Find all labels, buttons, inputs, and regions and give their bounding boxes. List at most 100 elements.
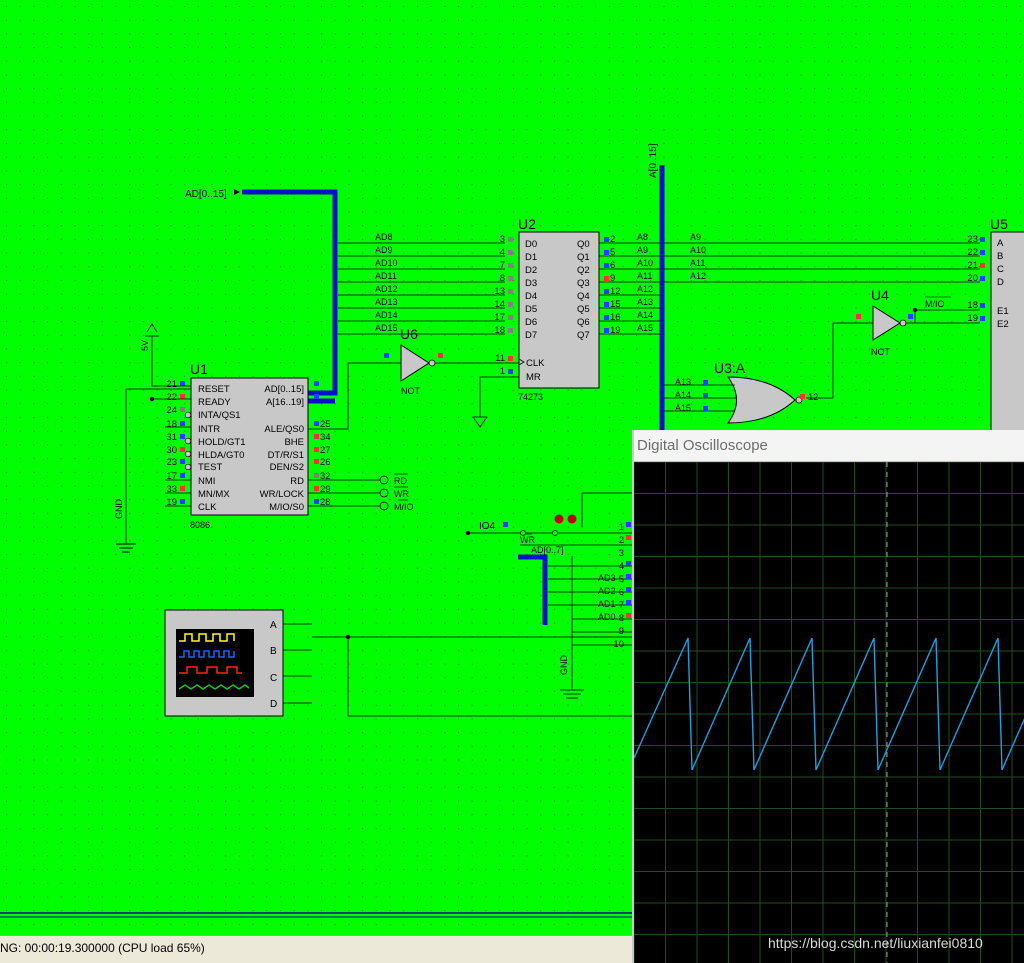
svg-text:22: 22 — [967, 247, 978, 258]
svg-text:M/IO/S0: M/IO/S0 — [269, 502, 304, 513]
svg-text:24: 24 — [166, 405, 177, 416]
oscilloscope-screen[interactable] — [634, 462, 1024, 963]
u3-out-marker — [800, 394, 805, 399]
svg-text:11: 11 — [495, 353, 505, 364]
svg-text:AD3: AD3 — [598, 573, 616, 583]
u6-ref: U6 — [400, 326, 418, 342]
svg-text:6: 6 — [619, 587, 624, 598]
svg-text:17: 17 — [494, 312, 505, 323]
watermark-text: https://blog.csdn.net/liuxianfei0810 — [768, 935, 983, 951]
io4-label: IO4 — [479, 521, 496, 532]
svg-text:AD1: AD1 — [598, 599, 616, 609]
svg-text:DEN/S2: DEN/S2 — [270, 462, 304, 473]
u4-bubble — [899, 319, 907, 327]
svg-text:23: 23 — [166, 457, 177, 468]
ad-bus-label: AD[0..15] — [185, 189, 227, 200]
u3-out-pin: 12 — [808, 392, 819, 403]
svg-text:CLK: CLK — [198, 502, 217, 513]
svg-text:ALE/QS0: ALE/QS0 — [264, 424, 304, 435]
svg-text:WR/LOCK: WR/LOCK — [260, 489, 305, 500]
u4-in-marker — [856, 314, 861, 319]
supply-label: 5V — [140, 340, 150, 351]
svg-text:30: 30 — [166, 445, 177, 456]
svg-text:9: 9 — [619, 626, 624, 637]
svg-text:13: 13 — [494, 286, 505, 297]
svg-text:D: D — [997, 277, 1004, 288]
svg-text:20: 20 — [967, 273, 978, 284]
svg-text:14: 14 — [494, 299, 505, 310]
svg-text:RESET: RESET — [198, 384, 230, 395]
u1-cpu-8086[interactable]: U1 8086 RESET READY INTA/QS1 INTR HOLD/G… — [166, 361, 330, 530]
svg-text:10: 10 — [613, 639, 624, 650]
svg-text:A14: A14 — [675, 390, 691, 400]
svg-text:A9: A9 — [690, 232, 701, 242]
svg-text:1: 1 — [500, 366, 505, 377]
u1-part: 8086 — [190, 520, 210, 530]
svg-text:Q4: Q4 — [577, 291, 590, 302]
svg-text:AD10: AD10 — [375, 258, 398, 268]
u6-bubble — [428, 359, 436, 367]
u3-input-markers — [703, 380, 708, 411]
u4-ref: U4 — [871, 287, 889, 303]
svg-text:C: C — [997, 264, 1004, 275]
mio-terminal-icon — [379, 501, 389, 511]
svg-text:READY: READY — [198, 397, 231, 408]
svg-text:B: B — [270, 646, 277, 657]
u3-ref: U3:A — [714, 360, 746, 376]
svg-text:23: 23 — [967, 234, 978, 245]
svg-text:A15: A15 — [637, 323, 653, 333]
svg-text:A10: A10 — [637, 258, 653, 268]
svg-text:INTR: INTR — [198, 424, 220, 435]
svg-text:D: D — [270, 699, 277, 710]
u5-body — [990, 231, 1024, 433]
svg-text:AD9: AD9 — [375, 245, 393, 255]
oscilloscope-title-bar[interactable]: Digital Oscilloscope — [634, 430, 1024, 462]
svg-text:A13: A13 — [637, 297, 653, 307]
svg-text:AD13: AD13 — [375, 297, 398, 307]
mio-net-label: M/IO — [925, 299, 945, 309]
svg-text:Q6: Q6 — [577, 317, 590, 328]
svg-text:18: 18 — [494, 325, 505, 336]
u6-out-marker — [438, 353, 443, 358]
svg-text:D6: D6 — [525, 317, 537, 328]
svg-text:Q1: Q1 — [577, 252, 590, 263]
svg-text:D3: D3 — [525, 278, 537, 289]
wr-net-label: WR — [520, 535, 535, 545]
svg-text:RD: RD — [290, 476, 304, 487]
svg-text:CLK: CLK — [526, 358, 545, 369]
svg-text:A8: A8 — [637, 232, 648, 242]
svg-text:4: 4 — [619, 561, 624, 572]
svg-text:C: C — [270, 673, 277, 684]
svg-text:D5: D5 — [525, 304, 537, 315]
svg-text:3: 3 — [500, 234, 505, 245]
svg-text:Q3: Q3 — [577, 278, 590, 289]
svg-text:B: B — [997, 251, 1003, 262]
svg-text:AD11: AD11 — [375, 271, 397, 281]
svg-text:AD2: AD2 — [598, 586, 616, 596]
svg-text:1: 1 — [619, 522, 624, 533]
svg-text:AD8: AD8 — [375, 232, 393, 242]
u2-ref: U2 — [518, 216, 536, 232]
svg-text:D0: D0 — [525, 239, 537, 250]
svg-text:Q5: Q5 — [577, 304, 590, 315]
svg-text:MR: MR — [526, 372, 541, 383]
svg-text:21: 21 — [166, 379, 177, 390]
svg-text:NMI: NMI — [198, 476, 215, 487]
wr-term-label: WR — [394, 489, 409, 499]
control-terminals[interactable]: RD WR M/IO — [308, 473, 414, 512]
svg-text:22: 22 — [166, 392, 177, 403]
svg-text:AD0: AD0 — [598, 612, 616, 622]
u1-ref: U1 — [190, 361, 208, 377]
svg-text:E1: E1 — [997, 306, 1009, 317]
svg-text:A10: A10 — [690, 245, 706, 255]
svg-text:A9: A9 — [637, 245, 648, 255]
svg-text:AD[0..15]: AD[0..15] — [264, 384, 304, 395]
svg-text:AD12: AD12 — [375, 284, 398, 294]
svg-text:A13: A13 — [675, 377, 691, 387]
svg-text:34: 34 — [320, 432, 331, 443]
gnd-label: GND — [114, 499, 124, 520]
svg-text:HOLD/GT1: HOLD/GT1 — [198, 437, 246, 448]
svg-text:D1: D1 — [525, 252, 537, 263]
svg-text:3: 3 — [619, 548, 624, 559]
oscilloscope-window[interactable]: Digital Oscilloscope — [632, 430, 1024, 963]
